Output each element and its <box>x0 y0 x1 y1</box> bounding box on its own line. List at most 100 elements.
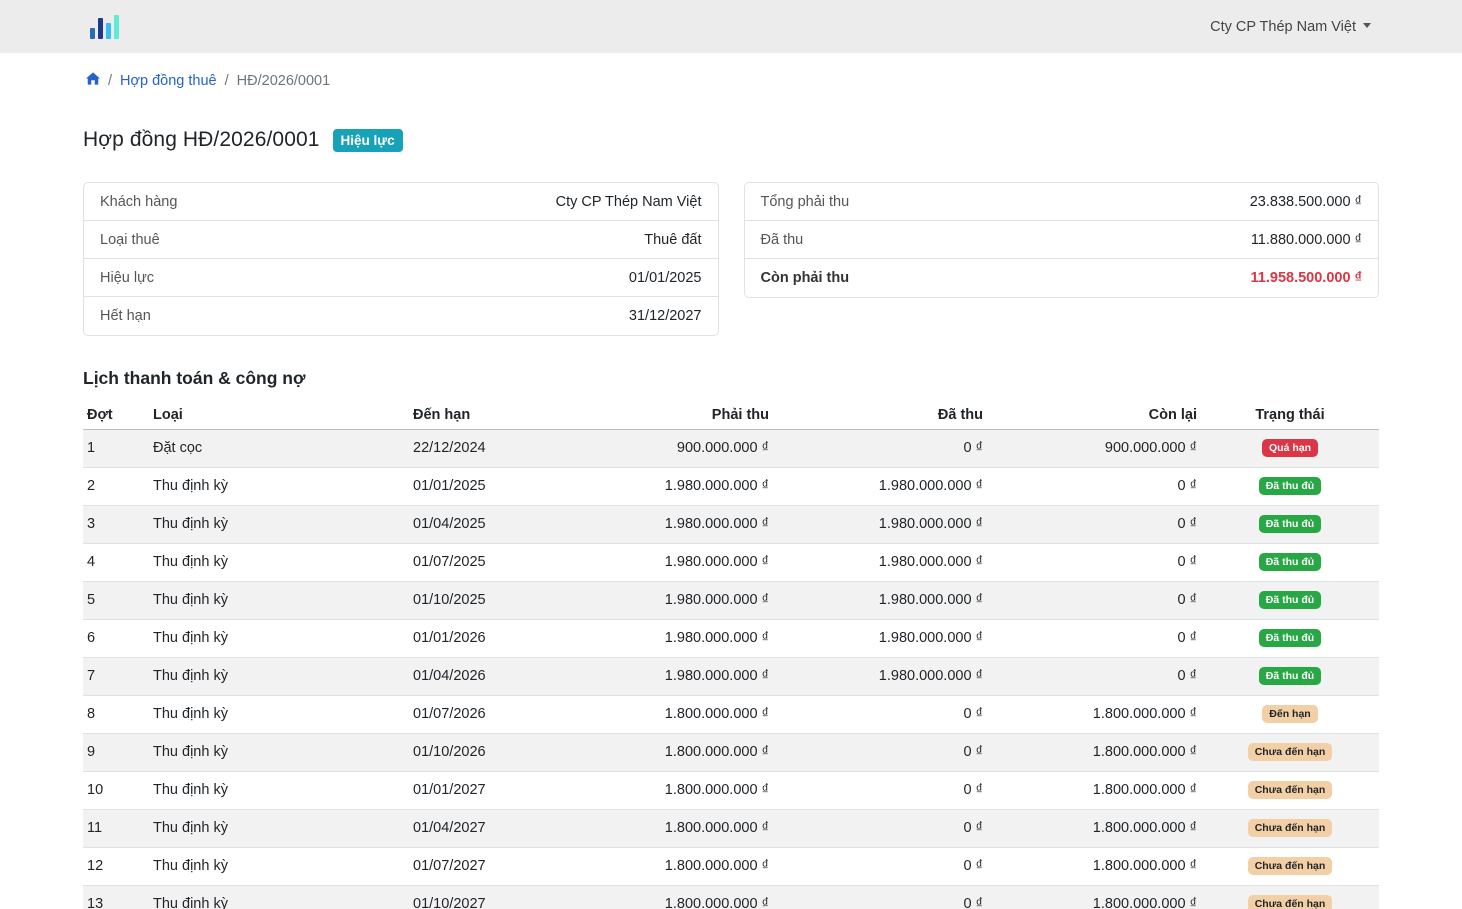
cell-type: Thu định kỳ <box>149 619 409 658</box>
table-body: 1 Đặt cọc 22/12/2024 900.000.000 ₫ 0 ₫ 900.00… <box>83 429 1379 909</box>
status-badge: Đã thu đủ <box>1258 667 1322 685</box>
cell-due-date: 01/10/2027 <box>409 885 541 909</box>
cell-status: Đã thu đủ <box>1201 505 1379 544</box>
cell-remaining: 1.800.000.000 ₫ <box>987 695 1201 734</box>
cell-type: Thu định kỳ <box>149 657 409 696</box>
cell-remaining: 1.800.000.000 ₫ <box>987 733 1201 772</box>
table-row: 3 Thu định kỳ 01/04/2025 1.980.000.000 ₫ 1.9… <box>83 505 1379 544</box>
cell-status: Đã thu đủ <box>1201 467 1379 506</box>
status-badge: Chưa đến hạn <box>1247 819 1333 837</box>
user-dropdown-label: Cty CP Thép Nam Việt <box>1210 18 1356 35</box>
cell-status: Quá hạn <box>1201 429 1379 468</box>
col-header-no: Đợt <box>83 402 149 430</box>
cell-remaining: 0 ₫ <box>987 505 1201 544</box>
cell-receivable: 1.980.000.000 ₫ <box>541 619 773 658</box>
col-header-due: Đến hạn <box>409 402 541 430</box>
status-badge: Đã thu đủ <box>1258 553 1322 571</box>
cell-receivable: 1.980.000.000 ₫ <box>541 543 773 582</box>
breadcrumb-current: HĐ/2026/0001 <box>236 72 331 89</box>
cell-paid: 0 ₫ <box>773 733 987 772</box>
bar-chart-logo-icon[interactable] <box>90 14 119 39</box>
cell-remaining: 0 ₫ <box>987 543 1201 582</box>
cell-receivable: 1.980.000.000 ₫ <box>541 505 773 544</box>
col-header-status: Trạng thái <box>1201 402 1379 430</box>
info-value: 31/12/2027 <box>628 308 702 324</box>
payment-schedule-table: Đợt Loại Đến hạn Phải thu Đã thu Còn lại… <box>83 402 1379 909</box>
cell-paid: 0 ₫ <box>773 847 987 886</box>
cell-paid: 1.980.000.000 ₫ <box>773 657 987 696</box>
finance-label: Còn phải thu <box>760 270 850 286</box>
contract-status-badge: Hiệu lực <box>332 128 403 152</box>
table-row: 13 Thu định kỳ 01/10/2027 1.800.000.000 ₫ 0 … <box>83 885 1379 909</box>
finance-summary-card: Tổng phải thu 23.838.500.000 ₫ Đã thu 11… <box>743 182 1379 298</box>
table-row: 1 Đặt cọc 22/12/2024 900.000.000 ₫ 0 ₫ 900.00… <box>83 429 1379 468</box>
cell-receivable: 1.800.000.000 ₫ <box>541 847 773 886</box>
cell-paid: 1.980.000.000 ₫ <box>773 581 987 620</box>
breadcrumb-separator: / <box>224 72 229 89</box>
cell-paid: 0 ₫ <box>773 429 987 468</box>
table-row: 5 Thu định kỳ 01/10/2025 1.980.000.000 ₫ 1.9… <box>83 581 1379 620</box>
caret-down-icon <box>1363 22 1371 28</box>
table-row: 9 Thu định kỳ 01/10/2026 1.800.000.000 ₫ 0 ₫… <box>83 733 1379 772</box>
top-navbar: Cty CP Thép Nam Việt <box>0 0 1462 53</box>
finance-label: Đã thu <box>760 231 804 248</box>
finance-row-paid: Đã thu 11.880.000.000 ₫ <box>744 221 1378 259</box>
cell-type: Thu định kỳ <box>149 847 409 886</box>
schedule-title: Lịch thanh toán & công nợ <box>83 368 306 388</box>
cell-installment-no: 9 <box>83 733 149 772</box>
finance-label: Tổng phải thu <box>760 193 850 210</box>
status-badge: Đã thu đủ <box>1258 629 1322 647</box>
summary-cards: Khách hàng Cty CP Thép Nam Việt Loại thu… <box>83 182 1379 336</box>
status-badge: Đã thu đủ <box>1258 515 1322 533</box>
cell-status: Đã thu đủ <box>1201 581 1379 620</box>
cell-remaining: 900.000.000 ₫ <box>987 429 1201 468</box>
cell-due-date: 01/07/2025 <box>409 543 541 582</box>
user-dropdown[interactable]: Cty CP Thép Nam Việt <box>1210 19 1371 35</box>
breadcrumb-separator: / <box>108 72 113 89</box>
cell-paid: 0 ₫ <box>773 809 987 848</box>
status-badge: Đã thu đủ <box>1258 591 1322 609</box>
cell-due-date: 01/10/2025 <box>409 581 541 620</box>
cell-paid: 1.980.000.000 ₫ <box>773 467 987 506</box>
cell-remaining: 1.800.000.000 ₫ <box>987 847 1201 886</box>
cell-receivable: 1.800.000.000 ₫ <box>541 809 773 848</box>
cell-remaining: 1.800.000.000 ₫ <box>987 885 1201 909</box>
info-row-expiry: Hết hạn 31/12/2027 <box>84 297 718 335</box>
col-header-type: Loại <box>149 402 409 430</box>
cell-installment-no: 8 <box>83 695 149 734</box>
status-badge: Chưa đến hạn <box>1247 743 1333 761</box>
finance-value: 11.880.000.000 ₫ <box>1250 231 1362 248</box>
cell-installment-no: 4 <box>83 543 149 582</box>
cell-status: Chưa đến hạn <box>1201 809 1379 848</box>
cell-type: Thu định kỳ <box>149 505 409 544</box>
cell-receivable: 1.800.000.000 ₫ <box>541 695 773 734</box>
cell-installment-no: 1 <box>83 429 149 468</box>
cell-due-date: 01/07/2027 <box>409 847 541 886</box>
page-title: Hợp đồng HĐ/2026/0001 <box>83 128 320 151</box>
cell-remaining: 0 ₫ <box>987 467 1201 506</box>
cell-remaining: 0 ₫ <box>987 619 1201 658</box>
status-badge: Chưa đến hạn <box>1247 857 1333 875</box>
col-header-receivable: Phải thu <box>541 402 773 430</box>
cell-installment-no: 6 <box>83 619 149 658</box>
cell-due-date: 01/01/2027 <box>409 771 541 810</box>
info-label: Hết hạn <box>100 308 151 324</box>
finance-row-total: Tổng phải thu 23.838.500.000 ₫ <box>744 183 1378 221</box>
info-label: Hiệu lực <box>100 269 155 286</box>
breadcrumb: / Hợp đồng thuê / HĐ/2026/0001 <box>86 53 1379 107</box>
breadcrumb-contracts-link[interactable]: Hợp đồng thuê <box>120 73 217 89</box>
status-badge: Đến hạn <box>1262 705 1318 723</box>
cell-receivable: 1.980.000.000 ₫ <box>541 467 773 506</box>
cell-remaining: 1.800.000.000 ₫ <box>987 809 1201 848</box>
breadcrumb-home-link[interactable] <box>86 72 100 89</box>
cell-type: Thu định kỳ <box>149 467 409 506</box>
cell-due-date: 01/04/2025 <box>409 505 541 544</box>
cell-due-date: 01/07/2026 <box>409 695 541 734</box>
status-badge: Chưa đến hạn <box>1247 781 1333 799</box>
info-label: Khách hàng <box>100 193 178 210</box>
table-row: 10 Thu định kỳ 01/01/2027 1.800.000.000 ₫ 0 … <box>83 771 1379 810</box>
cell-installment-no: 3 <box>83 505 149 544</box>
cell-type: Thu định kỳ <box>149 581 409 620</box>
table-row: 11 Thu định kỳ 01/04/2027 1.800.000.000 ₫ 0 … <box>83 809 1379 848</box>
cell-paid: 1.980.000.000 ₫ <box>773 543 987 582</box>
